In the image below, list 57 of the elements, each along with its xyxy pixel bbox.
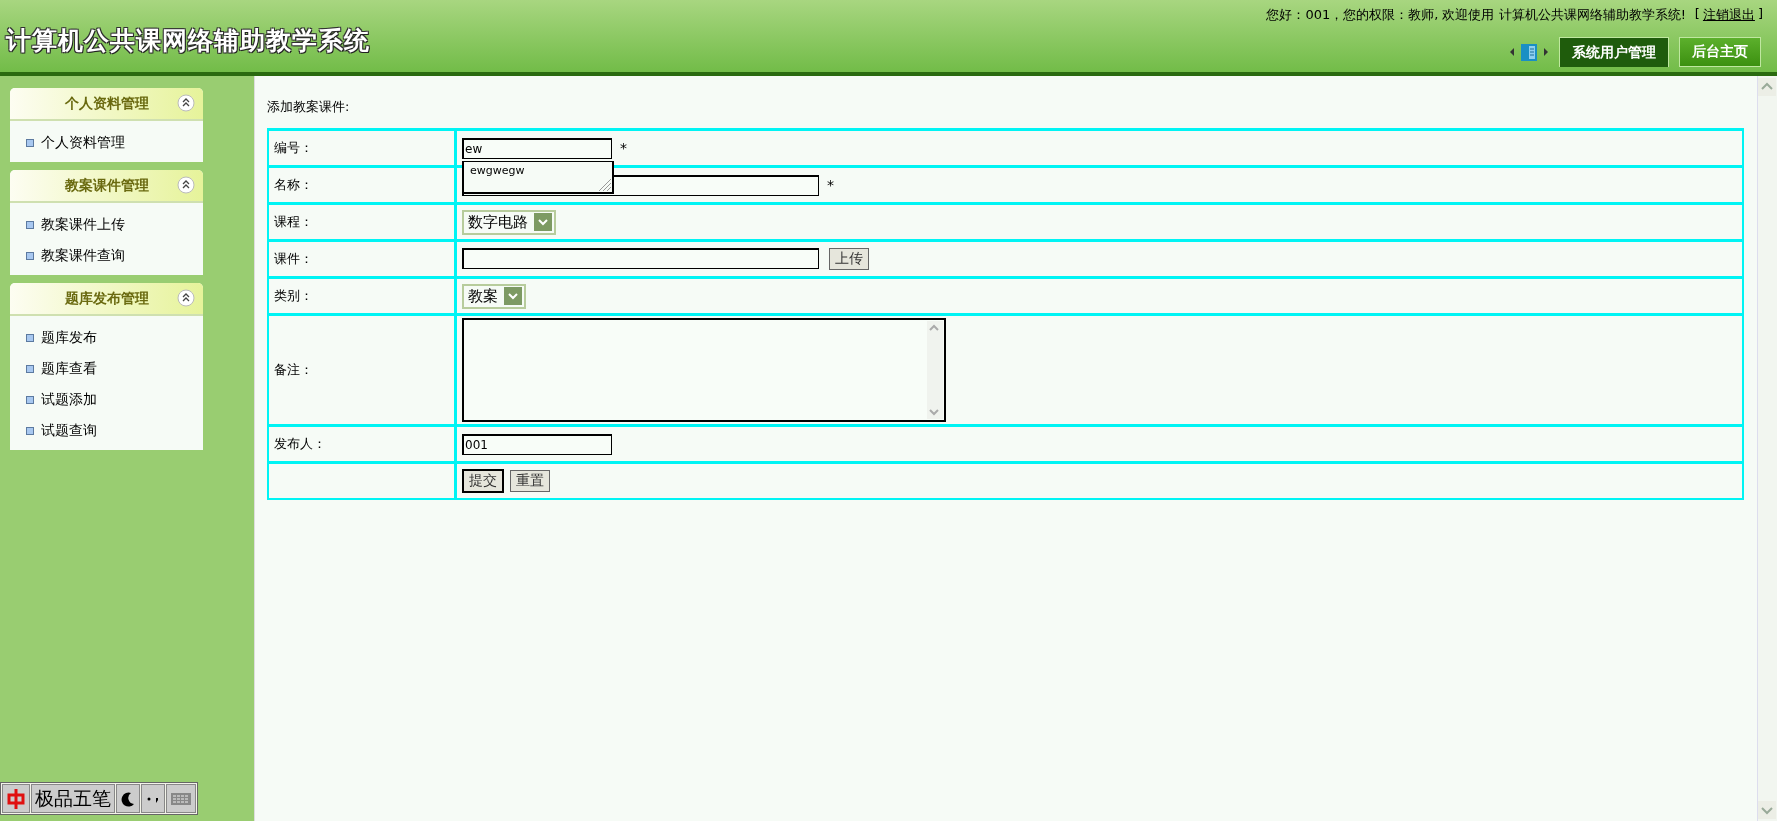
ime-name[interactable]: 极品五笔 (31, 784, 115, 813)
notes-textarea[interactable] (462, 318, 946, 422)
nav-tab[interactable]: 系统用户管理 (1559, 37, 1669, 67)
scroll-down-icon[interactable] (1758, 801, 1776, 819)
book-icon[interactable] (1521, 43, 1537, 61)
bullet-icon (26, 426, 34, 435)
ime-logo-icon[interactable] (2, 784, 30, 813)
label-cell: 备注： (268, 314, 456, 426)
menu-link[interactable]: 个人资料管理 (41, 133, 125, 152)
menu-link[interactable]: 题库查看 (41, 359, 97, 378)
required-mark: * (827, 177, 834, 193)
scroll-up-icon[interactable] (1758, 78, 1776, 96)
submit-button[interactable]: 提交 (462, 469, 504, 493)
bracket-text: ] (1757, 6, 1763, 23)
reset-button[interactable]: 重置 (510, 470, 550, 492)
form-heading: 添加教案课件: (267, 98, 351, 116)
bracket-text: [ (1694, 6, 1700, 23)
text-field[interactable]: ew (462, 137, 612, 159)
scrollbar[interactable] (927, 321, 943, 419)
collapse-icon[interactable] (177, 176, 195, 194)
keyboard-icon[interactable] (166, 784, 196, 813)
right-arrow-icon[interactable] (1543, 47, 1549, 57)
page-scrollbar[interactable] (1757, 76, 1777, 821)
dropdown-select[interactable]: 数字电路 (462, 209, 556, 235)
left-arrow-icon[interactable] (1509, 47, 1515, 57)
panel-title: 个人资料管理 (64, 94, 149, 113)
logout-link[interactable]: 注销退出 (1702, 6, 1755, 24)
label-cell: 发布人： (268, 425, 456, 463)
moon-icon[interactable] (116, 784, 140, 813)
label-cell: 名称： (268, 166, 456, 204)
bullet-icon (26, 138, 34, 147)
bullet-icon (26, 395, 34, 404)
upload-button[interactable]: 上传 (829, 248, 870, 270)
dropdown-select[interactable]: 教案 (462, 283, 526, 309)
panel-title: 教案课件管理 (64, 176, 149, 195)
menu-link[interactable]: 试题添加 (41, 390, 97, 409)
required-mark: * (620, 140, 627, 156)
suggestion-item[interactable]: ewgwegw (464, 161, 612, 179)
app-title: 计算机公共课网络辅助教学系统 (6, 25, 370, 57)
menu-link[interactable]: 题库发布 (41, 328, 97, 347)
menu-link[interactable]: 试题查询 (41, 421, 97, 440)
file-field[interactable] (462, 248, 819, 269)
panel-title: 题库发布管理 (64, 289, 149, 308)
bullet-icon (26, 333, 34, 342)
menu-link[interactable]: 教案课件上传 (41, 215, 125, 234)
label-cell: 类别： (268, 277, 456, 315)
label-cell: 编号： (268, 129, 456, 167)
text-field[interactable]: 001 (462, 433, 612, 455)
menu-link[interactable]: 教案课件查询 (41, 246, 125, 265)
greeting-text: 您好：001，您的权限：教师, 欢迎使用 计算机公共课网络辅助教学系统! (1266, 6, 1686, 24)
bullet-icon (26, 364, 34, 373)
label-cell: 课程： (268, 203, 456, 241)
collapse-icon[interactable] (177, 289, 195, 307)
bullet-icon (26, 251, 34, 260)
bullet-icon (26, 220, 34, 229)
label-cell: 课件： (268, 240, 456, 278)
collapse-icon[interactable] (177, 94, 195, 112)
